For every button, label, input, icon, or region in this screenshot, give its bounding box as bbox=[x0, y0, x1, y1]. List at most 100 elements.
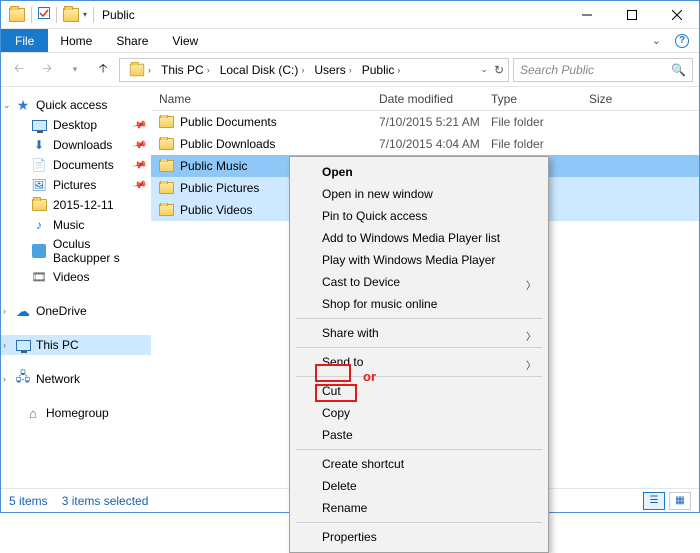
sidebar-item[interactable]: 🎞Videos bbox=[1, 267, 151, 287]
file-date: 7/10/2015 4:04 AM bbox=[371, 137, 483, 151]
sidebar-this-pc[interactable]: › This PC bbox=[1, 335, 151, 355]
menu-share-with[interactable]: Share with〉 bbox=[292, 322, 546, 344]
quick-access-toolbar: ▾ bbox=[1, 7, 94, 23]
folder-icon bbox=[159, 138, 174, 150]
chevron-right-icon[interactable]: › bbox=[148, 65, 151, 75]
file-type: File folder bbox=[483, 137, 581, 151]
tab-share[interactable]: Share bbox=[104, 29, 160, 52]
submenu-arrow-icon: 〉 bbox=[526, 357, 536, 372]
tab-home[interactable]: Home bbox=[48, 29, 104, 52]
sidebar-quick-access[interactable]: ⌄ ★ Quick access bbox=[1, 95, 151, 115]
menu-delete[interactable]: Delete bbox=[292, 475, 546, 497]
sidebar-item[interactable]: ♪Music bbox=[1, 215, 151, 235]
menu-create-shortcut[interactable]: Create shortcut bbox=[292, 453, 546, 475]
file-row[interactable]: Public Downloads 7/10/2015 4:04 AM File … bbox=[151, 133, 699, 155]
new-folder-qat-icon[interactable] bbox=[63, 8, 79, 22]
menu-open-new-window[interactable]: Open in new window bbox=[292, 183, 546, 205]
sidebar-label: Quick access bbox=[36, 98, 107, 112]
search-icon[interactable]: 🔍 bbox=[671, 63, 686, 77]
menu-rename[interactable]: Rename bbox=[292, 497, 546, 519]
menu-shop-music[interactable]: Shop for music online bbox=[292, 293, 546, 315]
sidebar-homegroup[interactable]: ⌂ Homegroup bbox=[1, 403, 151, 423]
sidebar-item-label: Documents bbox=[53, 158, 114, 172]
maximize-button[interactable] bbox=[609, 1, 654, 29]
sidebar-item[interactable]: 2015-12-11 bbox=[1, 195, 151, 215]
thumbnails-view-button[interactable]: ▦ bbox=[669, 492, 691, 510]
sidebar-onedrive[interactable]: › ☁ OneDrive bbox=[1, 301, 151, 321]
folder-icon bbox=[159, 116, 174, 128]
menu-send-to[interactable]: Send to〉 bbox=[292, 351, 546, 373]
ribbon-expand-icon[interactable]: ⌄ bbox=[652, 34, 661, 47]
menu-separator bbox=[296, 522, 542, 523]
menu-pin-quick-access[interactable]: Pin to Quick access bbox=[292, 205, 546, 227]
expand-icon[interactable]: › bbox=[3, 374, 6, 384]
chevron-right-icon[interactable]: › bbox=[349, 65, 352, 75]
details-view-button[interactable]: ☰ bbox=[643, 492, 665, 510]
file-tab[interactable]: File bbox=[1, 29, 48, 52]
sidebar-item[interactable]: Desktop📌 bbox=[1, 115, 151, 135]
menu-properties[interactable]: Properties bbox=[292, 526, 546, 548]
qat-dropdown-icon[interactable]: ▾ bbox=[83, 10, 87, 19]
column-headers: Name Date modified Type Size bbox=[151, 87, 699, 111]
address-bar-row: 🡠 🡢 ▾ 🡡 › This PC› Local Disk (C:)› User… bbox=[1, 53, 699, 87]
menu-play-wmp[interactable]: Play with Windows Media Player bbox=[292, 249, 546, 271]
chevron-right-icon[interactable]: › bbox=[207, 65, 210, 75]
menu-paste[interactable]: Paste bbox=[292, 424, 546, 446]
file-name: Public Videos bbox=[180, 203, 253, 217]
refresh-icon[interactable]: ↻ bbox=[494, 63, 504, 77]
forward-button[interactable]: 🡢 bbox=[35, 58, 59, 82]
help-icon[interactable]: ? bbox=[675, 34, 689, 48]
column-size[interactable]: Size bbox=[581, 87, 699, 110]
breadcrumb-item[interactable]: Local Disk (C:) bbox=[220, 63, 299, 77]
expand-icon[interactable]: › bbox=[3, 340, 6, 350]
expand-icon[interactable]: › bbox=[3, 306, 6, 316]
file-name: Public Documents bbox=[180, 115, 277, 129]
chevron-right-icon[interactable]: › bbox=[301, 65, 304, 75]
menu-add-wmp-list[interactable]: Add to Windows Media Player list bbox=[292, 227, 546, 249]
item-icon: 🖼 bbox=[31, 177, 47, 193]
file-type: File folder bbox=[483, 115, 581, 129]
breadcrumb[interactable]: › This PC› Local Disk (C:)› Users› Publi… bbox=[119, 58, 509, 82]
window-controls bbox=[564, 1, 699, 29]
recent-locations-dropdown[interactable]: ▾ bbox=[63, 58, 87, 82]
breadcrumb-item[interactable]: Users bbox=[314, 63, 345, 77]
menu-separator bbox=[296, 318, 542, 319]
menu-open[interactable]: Open bbox=[292, 161, 546, 183]
search-input[interactable]: Search Public 🔍 bbox=[513, 58, 693, 82]
submenu-arrow-icon: 〉 bbox=[526, 277, 536, 292]
sidebar-item[interactable]: 🖼Pictures📌 bbox=[1, 175, 151, 195]
file-row[interactable]: Public Documents 7/10/2015 5:21 AM File … bbox=[151, 111, 699, 133]
sidebar-label: Network bbox=[36, 372, 80, 386]
column-name[interactable]: Name bbox=[151, 87, 371, 110]
item-icon bbox=[31, 243, 47, 259]
tab-view[interactable]: View bbox=[160, 29, 210, 52]
chevron-right-icon[interactable]: › bbox=[397, 65, 400, 75]
menu-cut[interactable]: Cut bbox=[292, 380, 546, 402]
breadcrumb-item[interactable]: This PC bbox=[161, 63, 204, 77]
address-dropdown-icon[interactable]: ⌄ bbox=[480, 64, 488, 75]
pin-icon: 📌 bbox=[131, 137, 147, 153]
back-button[interactable]: 🡠 bbox=[7, 58, 31, 82]
sidebar-network[interactable]: › 🖧 Network bbox=[1, 369, 151, 389]
search-placeholder: Search Public bbox=[520, 63, 594, 77]
column-date[interactable]: Date modified bbox=[371, 87, 483, 110]
minimize-button[interactable] bbox=[564, 1, 609, 29]
up-button[interactable]: 🡡 bbox=[91, 58, 115, 82]
file-date: 7/10/2015 5:21 AM bbox=[371, 115, 483, 129]
pin-icon: 📌 bbox=[131, 157, 147, 173]
close-button[interactable] bbox=[654, 1, 699, 29]
breadcrumb-item[interactable]: Public bbox=[362, 63, 395, 77]
expand-icon[interactable]: ⌄ bbox=[3, 100, 11, 111]
sidebar-item[interactable]: ⬇Downloads📌 bbox=[1, 135, 151, 155]
file-name: Public Downloads bbox=[180, 137, 275, 151]
column-type[interactable]: Type bbox=[483, 87, 581, 110]
navigation-pane: ⌄ ★ Quick access Desktop📌⬇Downloads📌📄Doc… bbox=[1, 87, 151, 488]
titlebar: ▾ Public bbox=[1, 1, 699, 29]
sidebar-item[interactable]: Oculus Backupper s bbox=[1, 235, 151, 267]
menu-cast-to-device[interactable]: Cast to Device〉 bbox=[292, 271, 546, 293]
menu-copy[interactable]: Copy bbox=[292, 402, 546, 424]
sidebar-item[interactable]: 📄Documents📌 bbox=[1, 155, 151, 175]
breadcrumb-root-icon bbox=[130, 63, 144, 76]
properties-qat-icon[interactable] bbox=[38, 7, 50, 22]
item-icon bbox=[31, 117, 47, 133]
